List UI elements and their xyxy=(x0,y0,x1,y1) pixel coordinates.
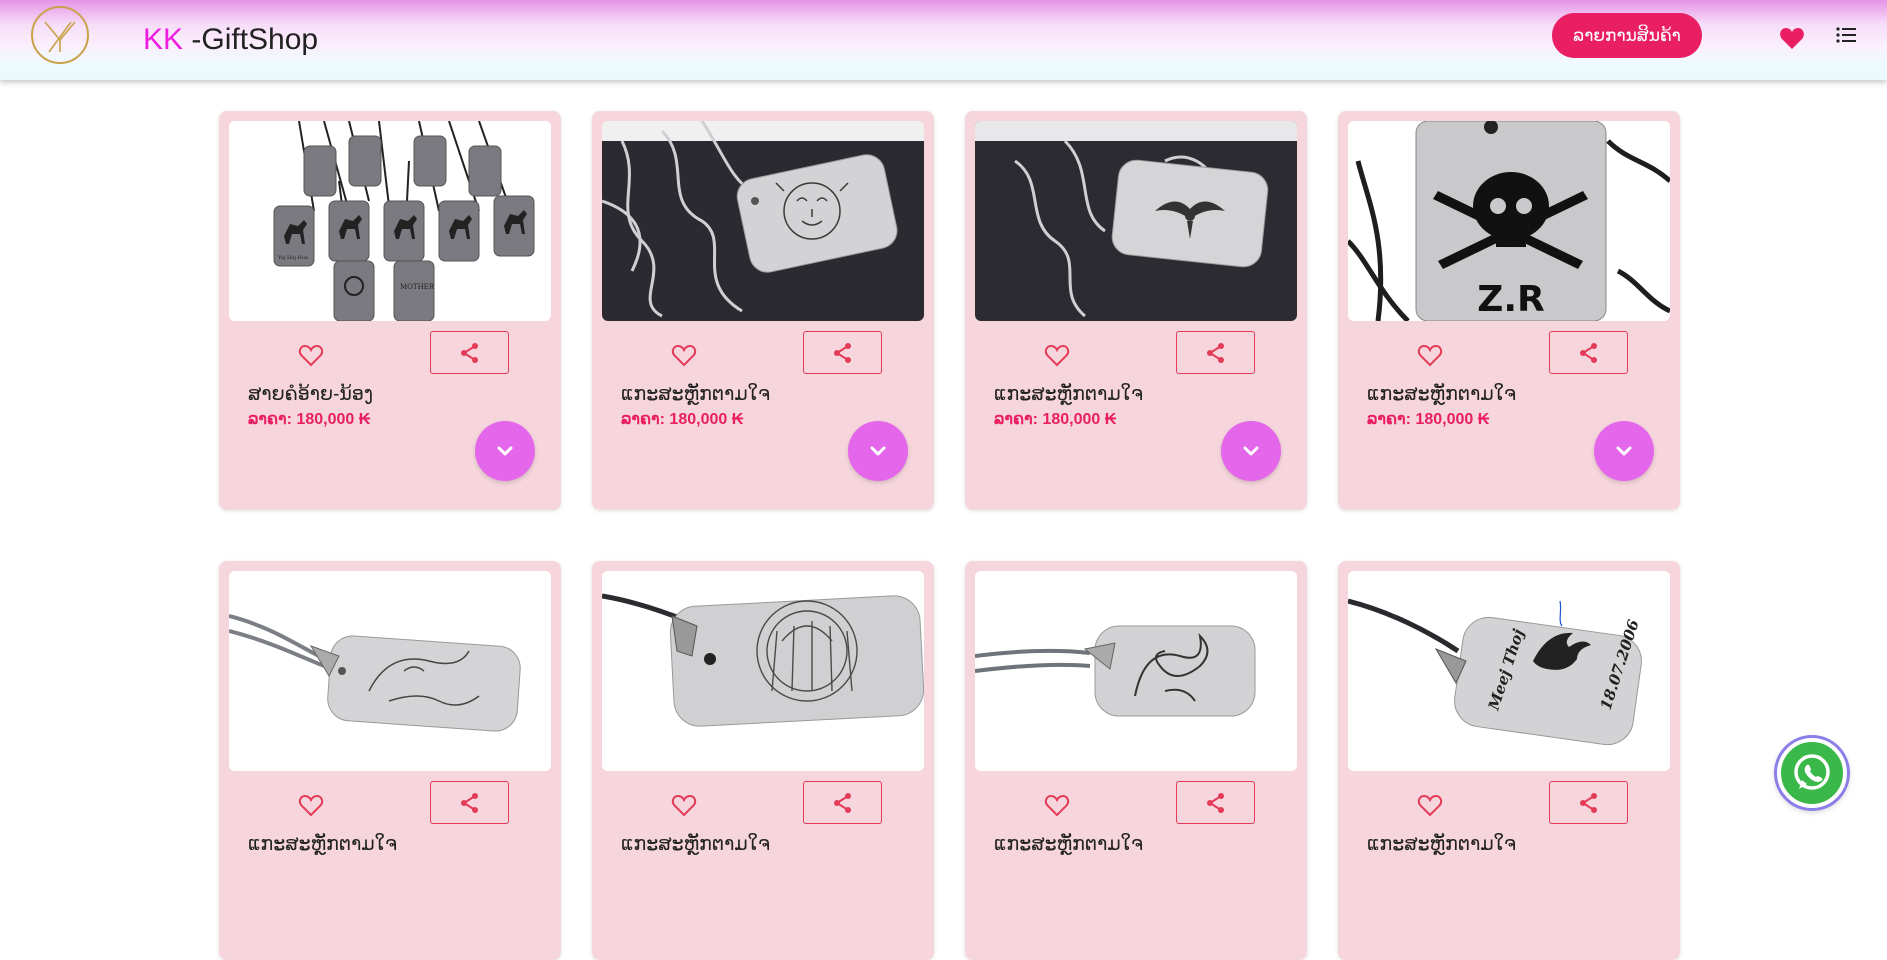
product-price: ລາຄາ: 180,000 ₭ xyxy=(621,411,744,428)
horse-tag-caption: Yaj Hoj Hua xyxy=(277,255,308,261)
product-image-yantra-tag-chain[interactable] xyxy=(602,571,924,771)
chevron-down-icon xyxy=(1243,446,1259,456)
product-title: ແກະສະຫຼັກຕາມໃຈ xyxy=(994,834,1144,855)
product-image-tiger-tag-box[interactable] xyxy=(602,121,924,321)
product-image-eagle-name-tag[interactable]: Meej Thoj 18.07.2006 xyxy=(1348,571,1670,771)
share-button[interactable] xyxy=(803,331,882,374)
product-list-button[interactable]: ລາຍການສິນຄ້າ xyxy=(1552,13,1702,58)
product-title: ແກະສະຫຼັກຕາມໃຈ xyxy=(621,834,771,855)
product-image-dragon-tag-chain[interactable] xyxy=(975,571,1297,771)
chevron-down-icon xyxy=(497,446,513,456)
share-icon xyxy=(1206,792,1224,813)
expand-details-button[interactable] xyxy=(475,421,535,481)
expand-details-button[interactable] xyxy=(848,421,908,481)
product-card: ແກະສະຫຼັກຕາມໃຈ xyxy=(965,561,1307,960)
favorites-heart-icon[interactable] xyxy=(1779,27,1805,51)
favorite-heart-outline-icon[interactable] xyxy=(1417,794,1443,818)
favorite-heart-outline-icon[interactable] xyxy=(298,794,324,818)
product-title: ແກະສະຫຼັກຕາມໃຈ xyxy=(1367,834,1517,855)
share-button[interactable] xyxy=(1549,331,1628,374)
product-title: ແກະສະຫຼັກຕາມໃຈ xyxy=(994,384,1144,405)
menu-list-icon[interactable] xyxy=(1836,25,1856,45)
product-title: ແກະສະຫຼັກຕາມໃຈ xyxy=(621,384,771,405)
favorite-heart-outline-icon[interactable] xyxy=(298,344,324,368)
expand-details-button[interactable] xyxy=(1594,421,1654,481)
product-title: ແກະສະຫຼັກຕາມໃຈ xyxy=(248,834,398,855)
share-button[interactable] xyxy=(803,781,882,824)
chevron-down-icon xyxy=(1616,446,1632,456)
product-card: ແກະສະຫຼັກຕາມໃຈ ລາຄາ: 180,000 ₭ xyxy=(965,111,1307,510)
product-price: ລາຄາ: 180,000 ₭ xyxy=(1367,411,1490,428)
share-icon xyxy=(460,342,478,363)
share-button[interactable] xyxy=(1549,781,1628,824)
share-icon xyxy=(1579,792,1597,813)
whatsapp-icon xyxy=(1794,754,1830,790)
header: KK -GiftShop ລາຍການສິນຄ້າ xyxy=(0,0,1887,80)
product-title: ແກະສະຫຼັກຕາມໃຈ xyxy=(1367,384,1517,405)
expand-details-button[interactable] xyxy=(1221,421,1281,481)
logo[interactable] xyxy=(31,6,89,64)
share-button[interactable] xyxy=(1176,331,1255,374)
product-card: ແກະສະຫຼັກຕາມໃຈ xyxy=(219,561,561,960)
share-button[interactable] xyxy=(430,781,509,824)
share-icon xyxy=(1579,342,1597,363)
favorite-heart-outline-icon[interactable] xyxy=(1044,344,1070,368)
brand-title[interactable]: KK -GiftShop xyxy=(143,22,318,58)
product-card: Meej Thoj 18.07.2006 ແກະສະຫຼັກຕາມໃຈ xyxy=(1338,561,1680,960)
share-icon xyxy=(460,792,478,813)
product-image-zoro-skull-tag[interactable]: Z.R xyxy=(1348,121,1670,321)
whatsapp-button[interactable] xyxy=(1777,738,1847,808)
zoro-engraving: Z.R xyxy=(1477,279,1545,320)
product-title: ສາຍຄໍອ້າຍ-ນ້ອງ xyxy=(248,384,374,405)
product-image-horse-tags[interactable]: Yaj Hoj Hua MOTHER xyxy=(229,121,551,321)
mother-tag-caption: MOTHER xyxy=(400,283,435,291)
share-icon xyxy=(1206,342,1224,363)
product-image-tiger-tag-chain[interactable] xyxy=(229,571,551,771)
product-price: ລາຄາ: 180,000 ₭ xyxy=(994,411,1117,428)
chevron-down-icon xyxy=(870,446,886,456)
product-card: Z.R ແກະສະຫຼັກຕາມໃຈ ລາຄາ: 180,000 ₭ xyxy=(1338,111,1680,510)
brand-name: -GiftShop xyxy=(183,23,319,56)
brand-prefix: KK xyxy=(143,23,184,56)
favorite-heart-outline-icon[interactable] xyxy=(671,344,697,368)
product-image-eagle-tag-box[interactable] xyxy=(975,121,1297,321)
share-icon xyxy=(833,342,851,363)
share-button[interactable] xyxy=(1176,781,1255,824)
product-card: ແກະສະຫຼັກຕາມໃຈ ລາຄາ: 180,000 ₭ xyxy=(592,111,934,510)
product-price: ລາຄາ: 180,000 ₭ xyxy=(248,411,371,428)
share-button[interactable] xyxy=(430,331,509,374)
product-card: Yaj Hoj Hua MOTHER ສາຍຄໍອ້າຍ-ນ້ອງ ລາຄາ: … xyxy=(219,111,561,510)
favorite-heart-outline-icon[interactable] xyxy=(671,794,697,818)
product-card: ແກະສະຫຼັກຕາມໃຈ xyxy=(592,561,934,960)
share-icon xyxy=(833,792,851,813)
favorite-heart-outline-icon[interactable] xyxy=(1417,344,1443,368)
favorite-heart-outline-icon[interactable] xyxy=(1044,794,1070,818)
logo-monogram xyxy=(44,21,76,53)
